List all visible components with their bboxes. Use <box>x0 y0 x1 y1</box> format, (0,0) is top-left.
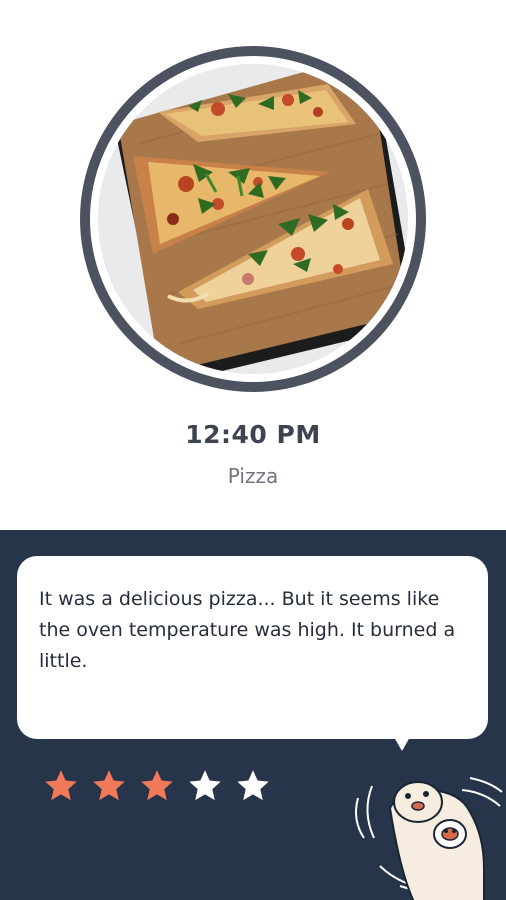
star-icon[interactable] <box>139 768 175 804</box>
bubble-tail <box>394 737 410 751</box>
comment-bubble[interactable]: It was a delicious pizza... But it seems… <box>17 556 488 739</box>
meal-photo[interactable] <box>98 64 408 374</box>
otter-mascot-icon <box>355 777 503 900</box>
review-panel: It was a delicious pizza... But it seems… <box>0 530 506 900</box>
meal-header: 12:40 PM Pizza <box>0 0 506 530</box>
comment-text: It was a delicious pizza... But it seems… <box>39 588 456 672</box>
star-icon[interactable] <box>91 768 127 804</box>
star-icon[interactable] <box>235 768 271 804</box>
food-name: Pizza <box>227 464 279 488</box>
photo-border <box>90 56 416 382</box>
meal-time: 12:40 PM <box>185 420 321 449</box>
star-rating[interactable] <box>43 768 271 808</box>
pizza-photo <box>98 64 408 374</box>
star-icon[interactable] <box>187 768 223 804</box>
star-icon[interactable] <box>43 768 79 804</box>
meal-photo-frame[interactable] <box>80 46 426 392</box>
